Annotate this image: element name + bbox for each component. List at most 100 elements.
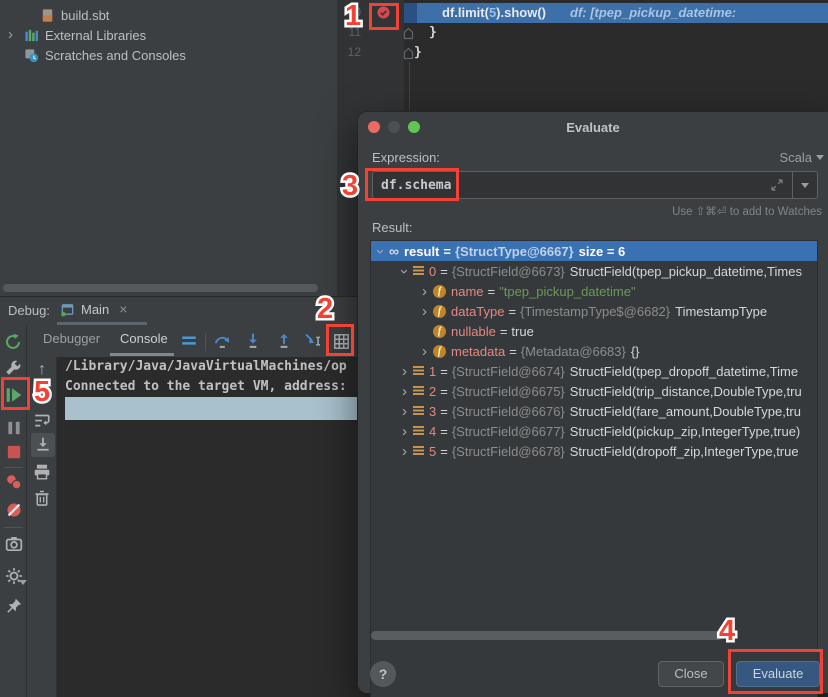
tree-row-result[interactable]: › ∞ result={StructType@6667}size = 6 <box>371 241 817 261</box>
camera-icon[interactable] <box>5 535 23 553</box>
toolbar-separator <box>205 333 206 351</box>
close-tab-icon[interactable]: × <box>119 301 127 317</box>
print-icon[interactable] <box>33 463 51 481</box>
tree-item-build-sbt[interactable]: build.sbt <box>40 5 109 25</box>
chevron-collapsed-icon[interactable]: › <box>399 446 410 457</box>
annotation-box-5 <box>1 377 30 410</box>
console-line: /Library/Java/JavaVirtualMachines/op <box>65 359 347 374</box>
toolbar-separator <box>4 467 23 468</box>
tree-row-datatype[interactable]: › f dataType={TimestampType$@6682}Timest… <box>371 301 817 321</box>
pause-icon[interactable] <box>5 419 23 437</box>
tab-debugger[interactable]: Debugger <box>43 331 100 346</box>
tree-row-nullable[interactable]: › f nullable=true <box>371 321 817 341</box>
fold-marker-icon[interactable] <box>403 27 414 40</box>
chevron-collapsed-icon[interactable]: › <box>419 306 430 317</box>
array-element-icon <box>413 426 424 436</box>
code-line-11[interactable]: } <box>429 23 437 43</box>
result-icon: ∞ <box>389 244 399 258</box>
array-element-icon <box>413 366 424 376</box>
selected-tab-underline <box>110 353 174 356</box>
chevron-collapsed-icon[interactable]: › <box>399 386 410 397</box>
annotation-number-3: 3 <box>342 172 358 201</box>
tab-console[interactable]: Console <box>120 331 168 346</box>
result-horizontal-scrollbar[interactable] <box>371 631 723 640</box>
debug-session-tab-label: Main <box>81 302 109 317</box>
run-to-cursor-icon[interactable] <box>304 332 322 350</box>
help-button[interactable]: ? <box>370 661 396 687</box>
result-tree[interactable]: › ∞ result={StructType@6667}size = 6 › 0… <box>370 240 818 697</box>
annotation-number-2: 2 <box>317 295 333 324</box>
debug-session-tab[interactable]: Main × <box>60 301 127 317</box>
scratches-icon <box>24 48 39 63</box>
stop-icon[interactable] <box>5 443 23 461</box>
chevron-expanded-icon[interactable]: › <box>399 266 410 277</box>
tree-row-metadata[interactable]: › f metadata={Metadata@6683}{} <box>371 341 817 361</box>
expand-editor-icon[interactable] <box>769 177 785 193</box>
chevron-down-icon <box>816 155 824 160</box>
clear-console-trash-icon[interactable] <box>33 489 51 507</box>
pin-icon[interactable] <box>5 597 23 615</box>
project-tree-panel: build.sbt › External Libraries Scratches… <box>0 0 337 296</box>
dropdown-arrow-icon <box>19 580 27 585</box>
field-icon: f <box>433 305 446 318</box>
tree-item-scratches[interactable]: Scratches and Consoles <box>24 45 186 65</box>
chevron-right-icon[interactable]: › <box>8 30 18 40</box>
view-breakpoints-icon[interactable] <box>5 473 23 491</box>
console-selection-highlight <box>65 397 358 420</box>
annotation-number-1: 1 <box>345 2 361 31</box>
debug-tab-icon <box>60 302 75 317</box>
tree-row-element-2[interactable]: › 2={StructField@6675}StructField(trip_d… <box>371 381 817 401</box>
mute-breakpoints-icon[interactable] <box>5 501 23 519</box>
settings-gear-icon[interactable] <box>5 567 23 585</box>
tree-item-external-libraries[interactable]: › External Libraries <box>8 25 146 45</box>
tree-row-element-0[interactable]: › 0={StructField@6673}StructField(tpep_p… <box>371 261 817 281</box>
array-element-icon <box>413 406 424 416</box>
rerun-icon[interactable] <box>4 333 22 351</box>
close-button[interactable]: Close <box>658 661 724 687</box>
line-number: 12 <box>337 45 361 59</box>
fold-marker-icon[interactable] <box>403 47 414 60</box>
chevron-down-icon <box>801 183 809 188</box>
array-element-icon <box>413 446 424 456</box>
step-over-icon[interactable] <box>213 332 231 350</box>
annotation-number-5: 5 <box>34 378 50 407</box>
step-into-icon[interactable] <box>244 332 262 350</box>
result-label: Result: <box>372 220 412 235</box>
annotation-box-2 <box>326 324 354 356</box>
ide-window: build.sbt › External Libraries Scratches… <box>0 0 828 697</box>
field-icon: f <box>433 285 446 298</box>
tree-row-element-3[interactable]: › 3={StructField@6676}StructField(fare_a… <box>371 401 817 421</box>
project-horizontal-scrollbar[interactable] <box>3 284 318 292</box>
wrench-icon[interactable] <box>4 359 22 377</box>
tree-item-label: build.sbt <box>61 8 109 23</box>
language-selector[interactable]: Scala <box>779 150 824 165</box>
chevron-collapsed-icon[interactable]: › <box>419 286 430 297</box>
chevron-expanded-icon[interactable]: › <box>375 246 386 257</box>
expression-history-dropdown[interactable] <box>792 172 817 198</box>
step-out-icon[interactable] <box>275 332 293 350</box>
debugger-inline-hint: df: [tpep_pickup_datetime: <box>570 5 736 20</box>
tree-row-element-5[interactable]: › 5={StructField@6678}StructField(dropof… <box>371 441 817 461</box>
soft-wrap-icon[interactable] <box>33 411 51 429</box>
console-line: Connected to the target VM, address: <box>65 379 347 394</box>
layout-settings-icon[interactable] <box>180 332 198 350</box>
code-line-10[interactable]: df.limit(5).show()df: [tpep_pickup_datet… <box>442 3 736 24</box>
array-element-icon <box>413 266 424 276</box>
tree-row-element-4[interactable]: › 4={StructField@6677}StructField(pickup… <box>371 421 817 441</box>
tree-row-element-1[interactable]: › 1={StructField@6674}StructField(tpep_d… <box>371 361 817 381</box>
tab-underline <box>57 322 147 325</box>
field-icon: f <box>433 325 446 338</box>
chevron-collapsed-icon[interactable]: › <box>399 366 410 377</box>
debug-panel-label: Debug: <box>8 303 50 318</box>
code-line-12[interactable]: } <box>414 43 422 63</box>
annotation-box-4 <box>728 649 823 694</box>
scroll-to-end-icon[interactable] <box>34 436 52 454</box>
chevron-collapsed-icon[interactable]: › <box>399 426 410 437</box>
tree-item-label: Scratches and Consoles <box>45 48 186 63</box>
libraries-icon <box>24 28 39 43</box>
dialog-title: Evaluate <box>358 112 828 135</box>
tree-row-name[interactable]: › f name="tpep_pickup_datetime" <box>371 281 817 301</box>
expression-label: Expression: <box>372 150 440 165</box>
chevron-collapsed-icon[interactable]: › <box>419 346 430 357</box>
chevron-collapsed-icon[interactable]: › <box>399 406 410 417</box>
